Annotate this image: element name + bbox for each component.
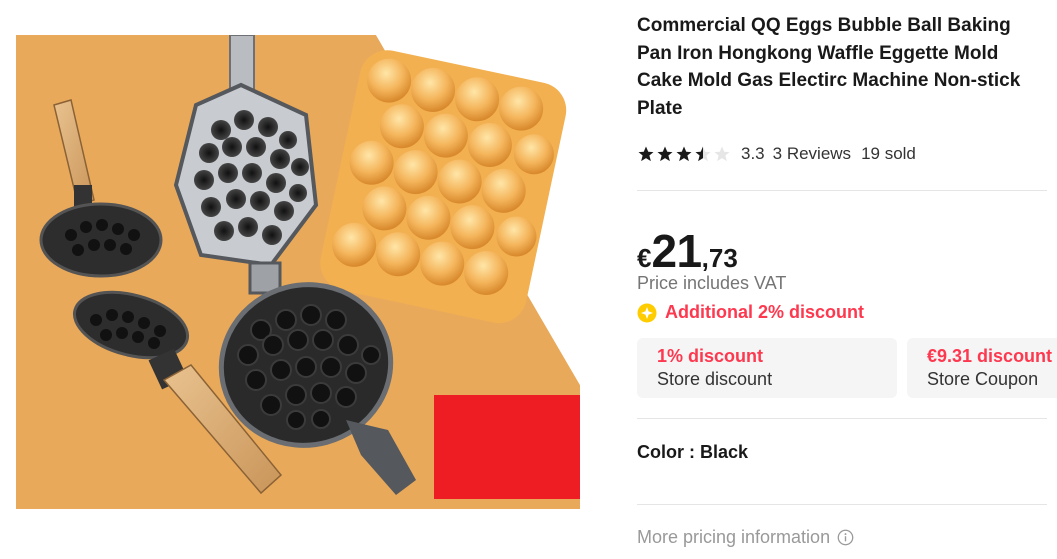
star-half-icon <box>695 146 711 162</box>
price-decimal: ,73 <box>701 243 738 273</box>
rating-value: 3.3 <box>741 144 765 163</box>
star-empty-icon <box>714 146 730 162</box>
sold-count: 19 sold <box>861 144 916 163</box>
info-icon <box>837 529 854 546</box>
price-integer: 21 <box>651 225 702 277</box>
coupon-subtitle: Store discount <box>657 369 773 389</box>
star-rating[interactable] <box>637 145 731 163</box>
color-selector-label: Color : Black <box>637 442 749 462</box>
star-filled-icon <box>657 146 673 162</box>
coupon-title: 1% discount <box>657 346 764 366</box>
rating-row: 3.3 3 Reviews 19 sold <box>637 144 916 164</box>
vat-note: Price includes VAT <box>637 273 787 293</box>
coupon-subtitle: Store Coupon <box>927 369 1039 389</box>
star-filled-icon <box>638 146 654 162</box>
divider <box>637 190 1047 191</box>
product-info: Commercial QQ Eggs Bubble Ball Baking Pa… <box>637 12 1057 547</box>
additional-discount-label: Additional 2% discount <box>665 302 865 322</box>
price: € 21 ,73 <box>637 224 738 278</box>
more-pricing-info[interactable]: More pricing information <box>637 527 854 548</box>
divider <box>637 418 1047 419</box>
price-currency: € <box>637 243 652 273</box>
coupon-list: 1% discount Store discount €9.31 discoun… <box>637 338 1057 398</box>
coupon-store-coupon[interactable]: €9.31 discount Store Coupon <box>907 338 1057 398</box>
star-filled-icon <box>676 146 692 162</box>
product-title: Commercial QQ Eggs Bubble Ball Baking Pa… <box>637 15 1021 119</box>
reviews-link[interactable]: 3 Reviews <box>773 144 851 164</box>
coin-icon <box>637 303 657 322</box>
additional-discount: Additional 2% discount <box>637 302 864 323</box>
divider <box>637 504 1047 505</box>
coupon-store-discount[interactable]: 1% discount Store discount <box>637 338 897 398</box>
product-image[interactable] <box>16 35 580 509</box>
coupon-title: €9.31 discount <box>927 346 1053 366</box>
more-pricing-label: More pricing information <box>637 527 831 547</box>
